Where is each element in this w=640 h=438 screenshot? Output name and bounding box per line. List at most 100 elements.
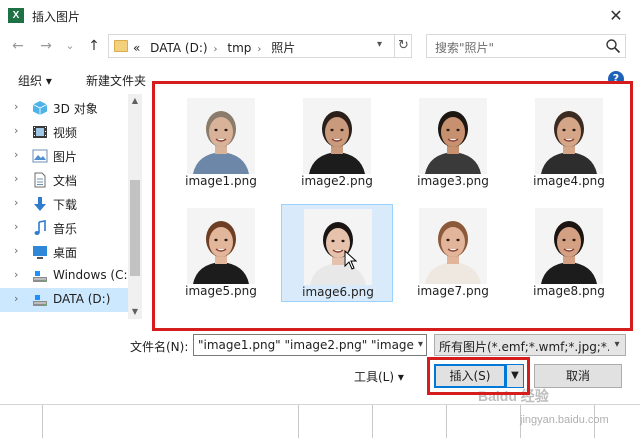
tools-button[interactable]: 工具(L) ▾ [354, 368, 404, 385]
grid-line [298, 405, 299, 438]
sidebar-item[interactable]: › 图片 [0, 144, 128, 168]
chevron-down-icon[interactable]: ▾ [415, 339, 423, 350]
breadcrumb-overflow[interactable]: « [133, 41, 140, 55]
file-thumbnail[interactable]: image4.png [513, 94, 625, 192]
forward-button[interactable]: → [36, 34, 56, 58]
chevron-right-icon[interactable]: › [14, 148, 18, 161]
video-icon [32, 124, 48, 140]
sidebar-item[interactable]: › 文档 [0, 168, 128, 192]
file-name-label: image3.png [417, 174, 489, 188]
drive-icon [32, 292, 48, 308]
recent-locations-button[interactable]: ⌄ [60, 34, 80, 58]
sidebar-item[interactable]: › Windows (C:) [0, 264, 132, 288]
breadcrumb: « DATA (D:) › tmp › 照片 [133, 39, 301, 56]
file-type-value: 所有图片(*.emf;*.wmf;*.jpg;*.jp [439, 340, 622, 354]
portrait-photo [419, 98, 487, 174]
folder-icon [114, 40, 128, 52]
chevron-right-icon[interactable]: › [14, 244, 18, 257]
scroll-up-arrow[interactable]: ▲ [128, 94, 142, 108]
address-bar[interactable]: « DATA (D:) › tmp › 照片 ▾ ↻ [108, 34, 412, 58]
mouse-cursor-icon [344, 250, 358, 270]
back-button[interactable]: ← [8, 34, 28, 58]
insert-options-button[interactable]: ▼ [506, 364, 524, 388]
file-name-label: image4.png [533, 174, 605, 188]
filename-value: "image1.png" "image2.png" "image [198, 338, 414, 352]
chevron-right-icon[interactable]: › [14, 172, 18, 185]
file-thumbnail[interactable]: image2.png [281, 94, 393, 192]
sidebar-item[interactable]: › 下载 [0, 192, 128, 216]
sidebar-item-label: DATA (D:) [53, 292, 111, 306]
sidebar-item-label: 音乐 [53, 222, 78, 236]
breadcrumb-item[interactable]: tmp [227, 41, 251, 55]
navigation-bar: ← → ⌄ ↑ « DATA (D:) › tmp › 照片 ▾ ↻ 搜索"照片" [0, 32, 640, 60]
scroll-down-arrow[interactable]: ▼ [128, 305, 142, 319]
search-placeholder: 搜索"照片" [435, 41, 495, 55]
chevron-right-icon[interactable]: › [14, 196, 18, 209]
desktop-icon [32, 244, 48, 260]
sidebar-item-label: 桌面 [53, 246, 78, 260]
search-icon [606, 39, 621, 54]
cancel-button[interactable]: 取消 [534, 364, 622, 388]
sidebar-item-label: 视频 [53, 126, 78, 140]
window-title: 插入图片 [32, 10, 81, 24]
excel-icon: X [8, 8, 24, 23]
file-name-label: image5.png [185, 284, 257, 298]
drive-icon [32, 268, 48, 284]
title-bar: X 插入图片 ✕ [0, 0, 640, 32]
portrait-photo [535, 98, 603, 174]
chevron-right-icon[interactable]: › [14, 220, 18, 233]
chevron-right-icon: › [257, 44, 262, 55]
chevron-right-icon[interactable]: › [14, 100, 18, 113]
cube-3d-icon [32, 100, 48, 116]
close-button[interactable]: ✕ [596, 2, 636, 30]
watermark-logo: Baidu 经验 [478, 388, 549, 404]
file-name-label: image6.png [302, 285, 374, 299]
chevron-down-icon[interactable]: ▾ [609, 335, 625, 355]
navigation-pane: › 3D 对象 › 视频 › 图片 › 文档 › 下载 › 音乐 › 桌面 › Windows (C:) › DA… [0, 94, 142, 319]
documents-icon [32, 172, 48, 188]
portrait-photo [303, 98, 371, 174]
music-icon [32, 220, 48, 236]
refresh-button[interactable]: ↻ [394, 35, 412, 57]
chevron-right-icon[interactable]: › [14, 268, 18, 281]
grid-line [446, 405, 447, 438]
scrollbar-thumb[interactable] [130, 180, 140, 276]
up-button[interactable]: ↑ [84, 34, 104, 58]
sidebar-item-label: 文档 [53, 174, 78, 188]
file-thumbnail[interactable]: image8.png [513, 204, 625, 302]
chevron-down-icon[interactable]: ▾ [377, 39, 382, 50]
portrait-photo [304, 209, 372, 285]
file-thumbnail[interactable]: image3.png [397, 94, 509, 192]
file-thumbnail[interactable]: image7.png [397, 204, 509, 302]
breadcrumb-item[interactable]: 照片 [271, 41, 295, 55]
search-input[interactable]: 搜索"照片" [426, 34, 626, 58]
new-folder-button[interactable]: 新建文件夹 [86, 72, 146, 89]
file-name-label: image1.png [185, 174, 257, 188]
file-name-label: image8.png [533, 284, 605, 298]
grid-line [42, 405, 43, 438]
sidebar-item[interactable]: › DATA (D:) [0, 288, 128, 312]
chevron-right-icon[interactable]: › [14, 124, 18, 137]
chevron-right-icon: › [213, 44, 218, 55]
breadcrumb-item[interactable]: DATA (D:) [150, 41, 207, 55]
sidebar-item-label: Windows (C:) [53, 268, 133, 282]
filename-label: 文件名(N): [130, 340, 189, 354]
sidebar-item[interactable]: › 音乐 [0, 216, 128, 240]
file-name-label: image2.png [301, 174, 373, 188]
insert-button[interactable]: 插入(S) [434, 364, 506, 388]
organize-button[interactable]: 组织 ▾ [18, 72, 52, 89]
file-list: image1.png image2.png image3.png image4.png… [155, 82, 632, 330]
sidebar-item[interactable]: › 桌面 [0, 240, 128, 264]
sidebar-item[interactable]: › 视频 [0, 120, 128, 144]
grid-line [372, 405, 373, 438]
sidebar-item[interactable]: › 3D 对象 [0, 96, 128, 120]
file-thumbnail[interactable]: image5.png [165, 204, 277, 302]
sidebar-scrollbar[interactable]: ▲ ▼ [128, 94, 142, 319]
portrait-photo [187, 98, 255, 174]
file-type-select[interactable]: 所有图片(*.emf;*.wmf;*.jpg;*.jp ▾ [434, 334, 626, 356]
file-thumbnail[interactable]: image6.png [281, 204, 393, 302]
filename-field[interactable]: "image1.png" "image2.png" "image ▾ [193, 334, 427, 356]
file-thumbnail[interactable]: image1.png [165, 94, 277, 192]
sidebar-item-label: 图片 [53, 150, 78, 164]
chevron-right-icon[interactable]: › [14, 292, 18, 305]
